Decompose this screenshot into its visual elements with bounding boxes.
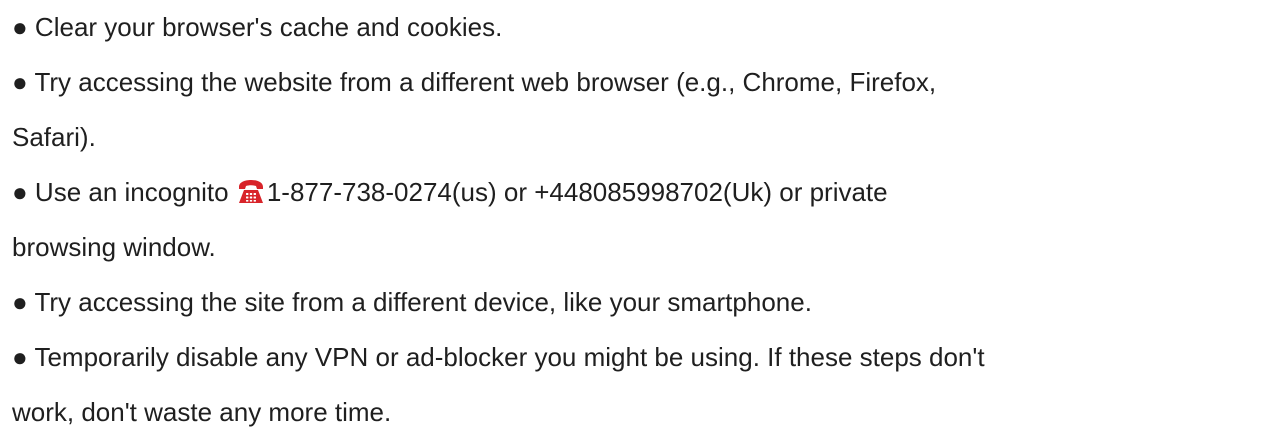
list-item-different-browser: ● Try accessing the website from a diffe… — [12, 55, 1257, 165]
list-item-disable-vpn: ● Temporarily disable any VPN or ad-bloc… — [12, 330, 1257, 440]
list-item-text: ● Temporarily disable any VPN or ad-bloc… — [12, 342, 985, 372]
telephone-icon — [236, 179, 266, 205]
list-item-different-device: ● Try accessing the site from a differen… — [12, 275, 1257, 330]
troubleshooting-list: ● Clear your browser's cache and cookies… — [12, 0, 1257, 440]
list-item-text-continued: work, don't waste any more time. — [12, 397, 392, 427]
list-item-clear-cache: ● Clear your browser's cache and cookies… — [12, 0, 1257, 55]
list-item-text: ● Try accessing the site from a differen… — [12, 287, 812, 317]
list-item-text: ● Try accessing the website from a diffe… — [12, 67, 937, 97]
list-item-text-continued: Safari). — [12, 122, 96, 152]
list-item-text: ● Clear your browser's cache and cookies… — [12, 12, 503, 42]
list-item-incognito: ● Use an incognito 1-877-738-0274(us) or… — [12, 165, 1257, 275]
list-item-text-continued: browsing window. — [12, 232, 216, 262]
list-item-text: ● Use an incognito — [12, 177, 236, 207]
phone-numbers-text: 1-877-738-0274(us) or +448085998702(Uk) … — [266, 177, 888, 207]
list-item-line: ● Use an incognito 1-877-738-0274(us) or… — [12, 165, 1257, 220]
